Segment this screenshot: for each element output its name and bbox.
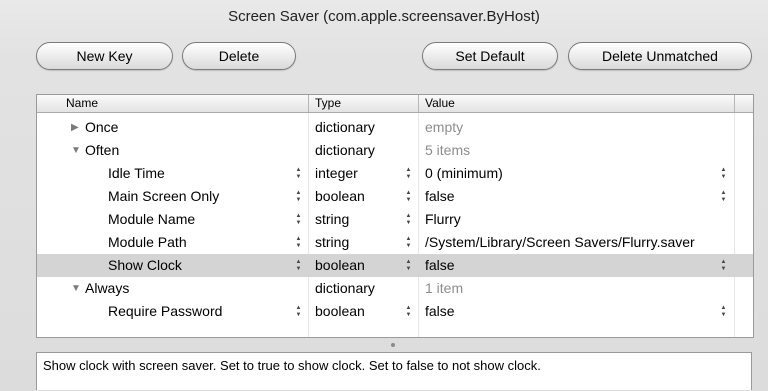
table-header: Name Type Value bbox=[37, 95, 753, 113]
row-value: 1 item bbox=[425, 280, 464, 296]
up-down-stepper-icon[interactable]: ▲ ▼ bbox=[720, 167, 727, 181]
row-type[interactable]: boolean bbox=[315, 185, 365, 208]
splitter-grip-icon[interactable] bbox=[391, 343, 395, 347]
row-name[interactable]: Require Password bbox=[108, 300, 222, 323]
description-pane: Show clock with screen saver. Set to tru… bbox=[36, 352, 752, 390]
row-value: 5 items bbox=[425, 142, 471, 158]
row-value: empty bbox=[425, 119, 464, 135]
table-row[interactable]: ▶ Once dictionary empty bbox=[37, 116, 753, 139]
row-value[interactable]: Flurry bbox=[425, 208, 461, 231]
column-divider[interactable] bbox=[308, 95, 309, 112]
disclosure-triangle-down-icon[interactable]: ▼ bbox=[71, 277, 81, 300]
table-row[interactable]: Idle Time ▲ ▼ integer ▲ ▼ 0 (minimum) ▲ ▼ bbox=[37, 162, 753, 185]
split-view-divider[interactable] bbox=[36, 337, 752, 351]
set-default-button[interactable]: Set Default bbox=[422, 42, 558, 70]
up-down-stepper-icon[interactable]: ▲ ▼ bbox=[295, 190, 302, 204]
plist-editor-window: Screen Saver (com.apple.screensaver.ByHo… bbox=[0, 0, 768, 391]
row-type: dictionary bbox=[315, 142, 375, 158]
disclosure-triangle-down-icon[interactable]: ▼ bbox=[71, 139, 81, 162]
row-name[interactable]: Show Clock bbox=[108, 254, 182, 277]
row-value[interactable]: false bbox=[425, 254, 455, 277]
up-down-stepper-icon[interactable]: ▲ ▼ bbox=[720, 305, 727, 319]
column-header-type[interactable]: Type bbox=[315, 95, 341, 112]
up-down-stepper-icon[interactable]: ▲ ▼ bbox=[295, 305, 302, 319]
up-down-stepper-icon[interactable]: ▲ ▼ bbox=[405, 213, 412, 227]
up-down-stepper-icon[interactable]: ▲ ▼ bbox=[405, 236, 412, 250]
row-name[interactable]: Module Path bbox=[108, 231, 187, 254]
up-down-stepper-icon[interactable]: ▲ ▼ bbox=[295, 213, 302, 227]
new-key-button[interactable]: New Key bbox=[36, 42, 173, 70]
up-down-stepper-icon[interactable]: ▲ ▼ bbox=[295, 167, 302, 181]
column-header-name[interactable]: Name bbox=[66, 95, 98, 112]
column-divider[interactable] bbox=[418, 95, 419, 112]
row-value[interactable]: /System/Library/Screen Savers/Flurry.sav… bbox=[425, 231, 695, 254]
delete-button[interactable]: Delete bbox=[182, 42, 296, 70]
row-type: dictionary bbox=[315, 280, 375, 296]
row-name: Always bbox=[85, 280, 130, 296]
delete-unmatched-button[interactable]: Delete Unmatched bbox=[568, 42, 752, 70]
up-down-stepper-icon[interactable]: ▲ ▼ bbox=[405, 190, 412, 204]
row-name[interactable]: Module Name bbox=[108, 208, 195, 231]
row-value[interactable]: false bbox=[425, 185, 455, 208]
up-down-stepper-icon[interactable]: ▲ ▼ bbox=[405, 167, 412, 181]
up-down-stepper-icon[interactable]: ▲ ▼ bbox=[295, 236, 302, 250]
column-divider[interactable] bbox=[734, 95, 735, 112]
table-row[interactable]: Module Path ▲ ▼ string ▲ ▼ /System/Library… bbox=[37, 231, 753, 254]
row-name: Often bbox=[85, 142, 120, 158]
table-row-selected[interactable]: Show Clock ▲ ▼ boolean ▲ ▼ false ▲ ▼ bbox=[37, 254, 753, 277]
preferences-table: Name Type Value ▶ Once dictionary empty … bbox=[36, 94, 754, 338]
table-row[interactable]: ▼ Always dictionary 1 item bbox=[37, 277, 753, 300]
up-down-stepper-icon[interactable]: ▲ ▼ bbox=[295, 259, 302, 273]
table-row[interactable]: ▼ Often dictionary 5 items bbox=[37, 139, 753, 162]
row-name: Once bbox=[85, 119, 119, 135]
row-type[interactable]: boolean bbox=[315, 254, 365, 277]
column-header-value[interactable]: Value bbox=[425, 95, 455, 112]
row-name[interactable]: Idle Time bbox=[108, 162, 165, 185]
row-type[interactable]: integer bbox=[315, 162, 358, 185]
table-row[interactable]: Module Name ▲ ▼ string ▲ ▼ Flurry bbox=[37, 208, 753, 231]
up-down-stepper-icon[interactable]: ▲ ▼ bbox=[405, 259, 412, 273]
table-row[interactable]: Main Screen Only ▲ ▼ boolean ▲ ▼ false ▲ ▼ bbox=[37, 185, 753, 208]
up-down-stepper-icon[interactable]: ▲ ▼ bbox=[405, 305, 412, 319]
row-value[interactable]: 0 (minimum) bbox=[425, 162, 503, 185]
up-down-stepper-icon[interactable]: ▲ ▼ bbox=[720, 190, 727, 204]
row-name[interactable]: Main Screen Only bbox=[108, 185, 219, 208]
row-value[interactable]: false bbox=[425, 300, 455, 323]
up-down-stepper-icon[interactable]: ▲ ▼ bbox=[720, 259, 727, 273]
row-type: dictionary bbox=[315, 119, 375, 135]
row-type[interactable]: boolean bbox=[315, 300, 365, 323]
table-row[interactable]: Require Password ▲ ▼ boolean ▲ ▼ false ▲ ▼ bbox=[37, 300, 753, 323]
row-type[interactable]: string bbox=[315, 231, 349, 254]
disclosure-triangle-right-icon[interactable]: ▶ bbox=[71, 116, 79, 139]
window-title: Screen Saver (com.apple.screensaver.ByHo… bbox=[228, 8, 540, 25]
row-type[interactable]: string bbox=[315, 208, 349, 231]
